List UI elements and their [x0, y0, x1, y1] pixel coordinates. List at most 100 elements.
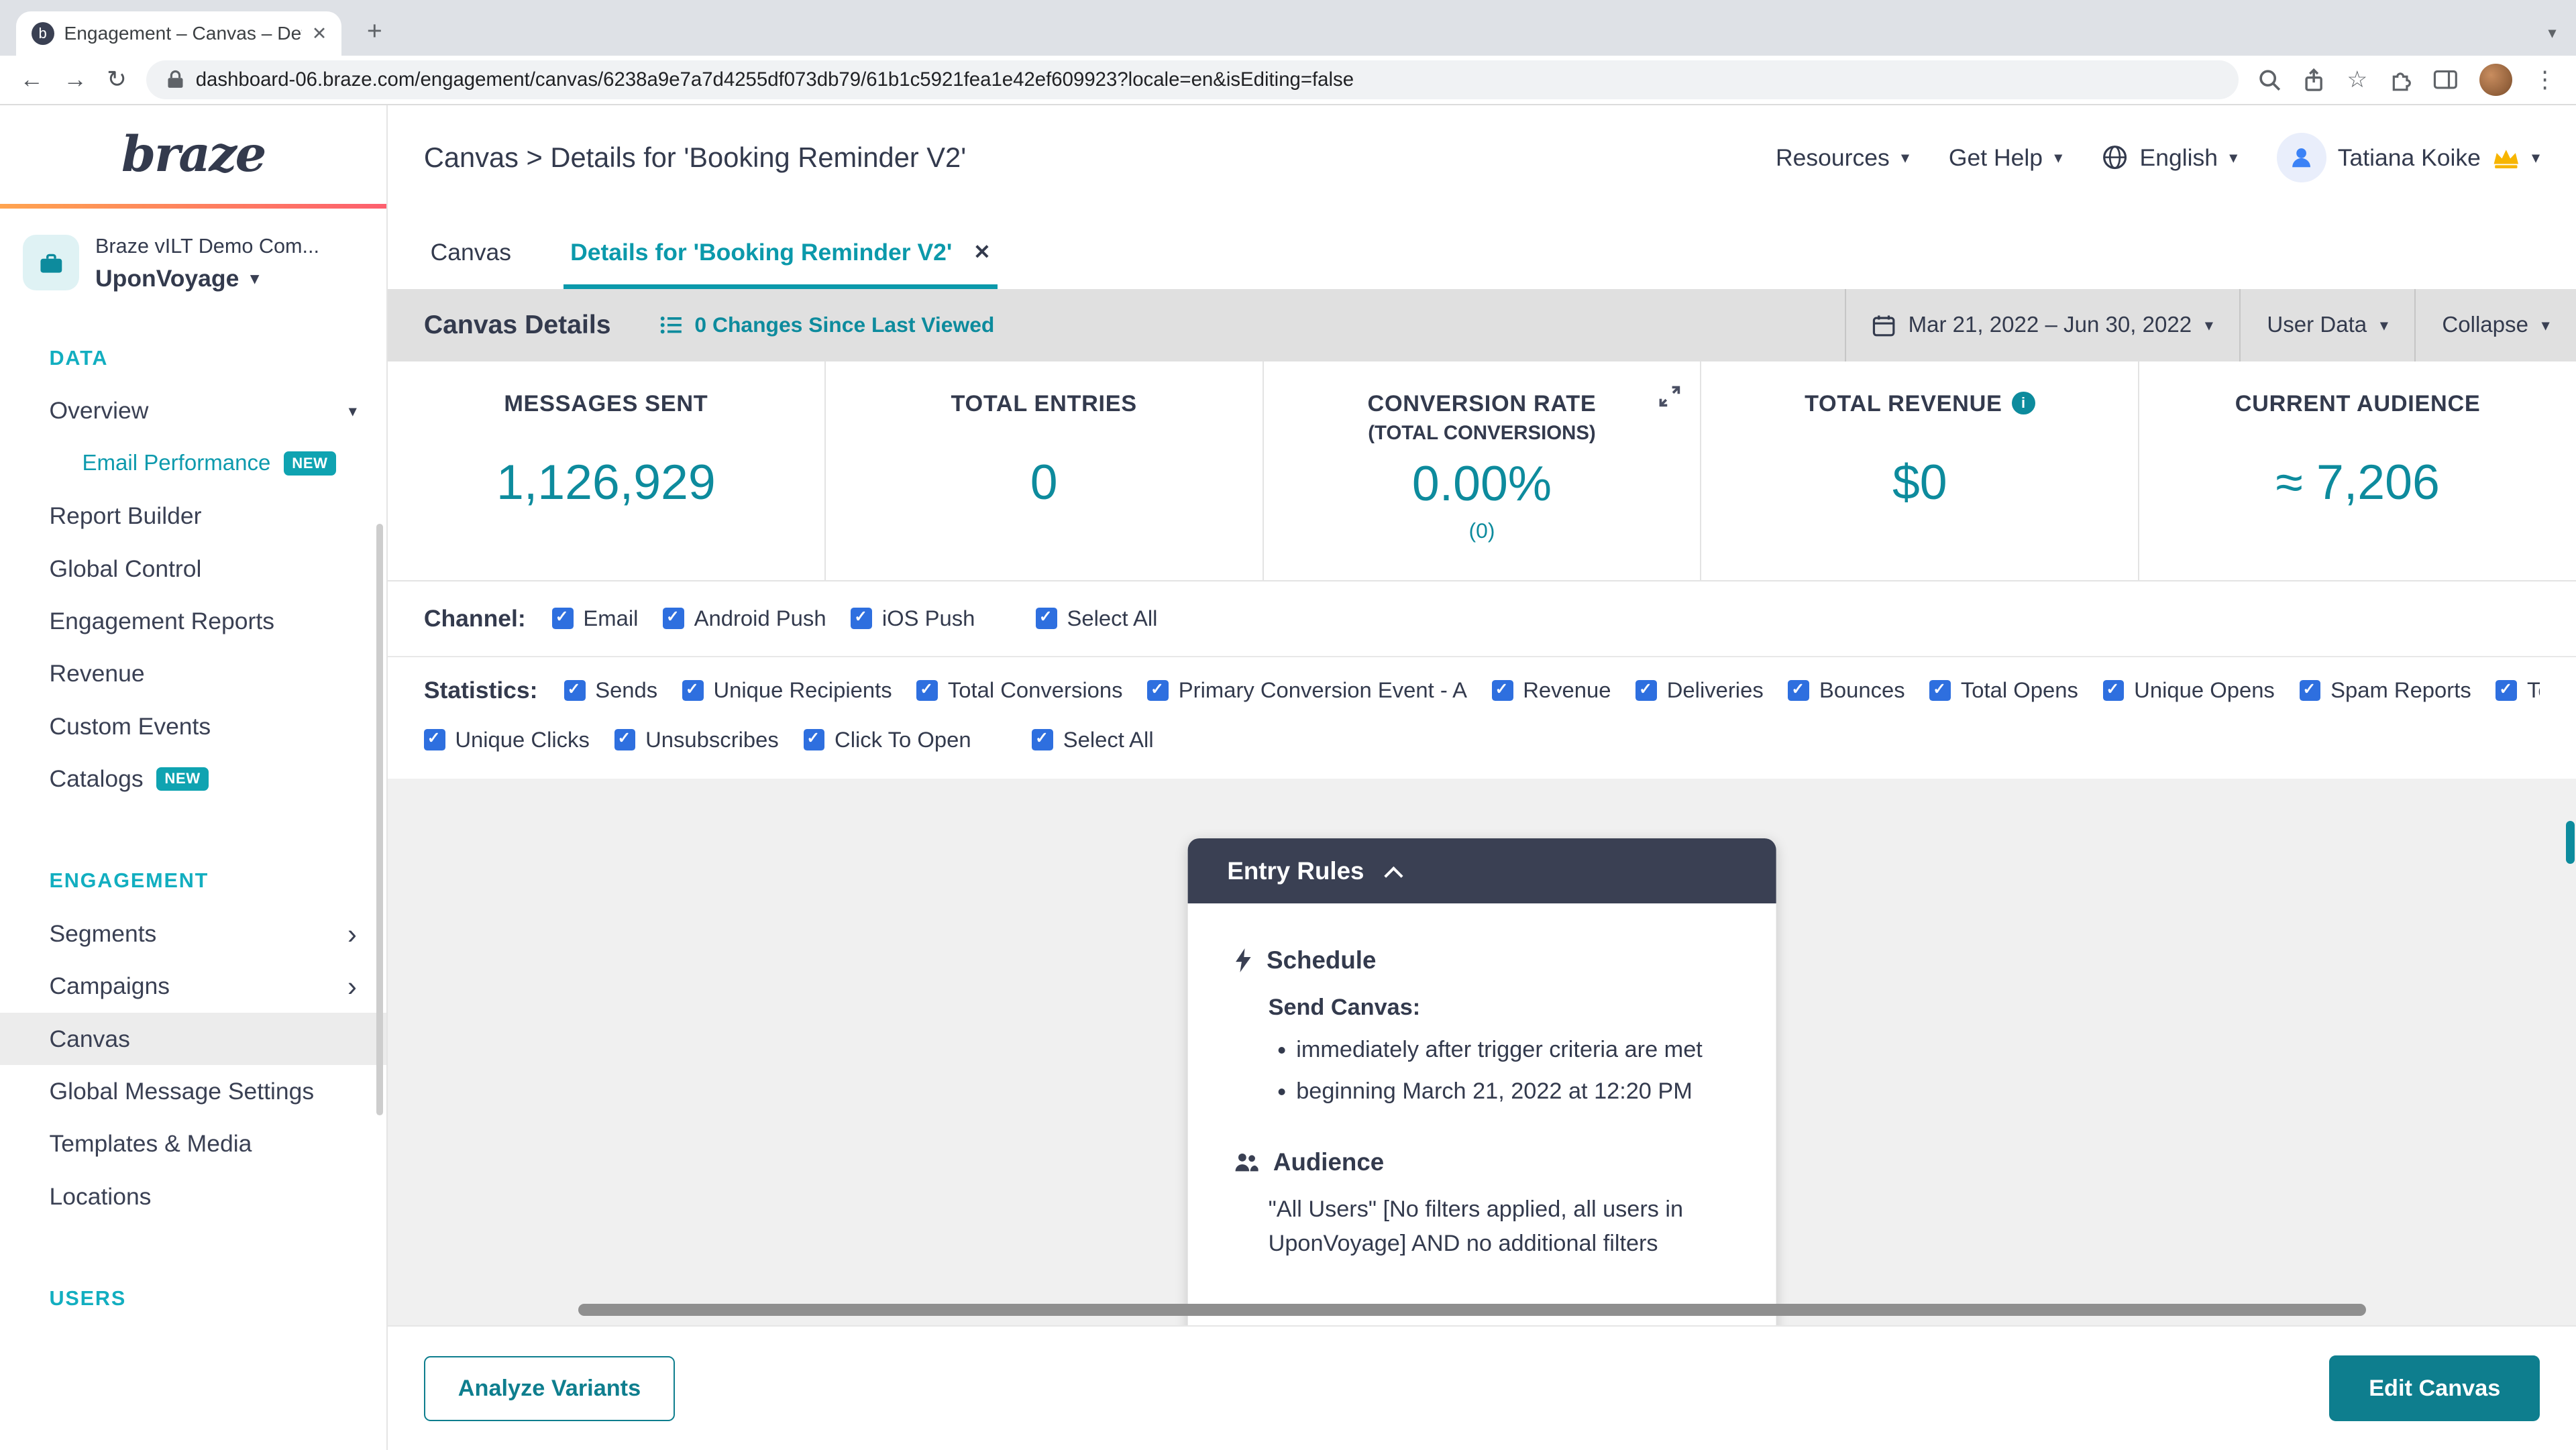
sidebar-item-locations[interactable]: Locations: [0, 1170, 386, 1223]
resources-menu[interactable]: Resources ▾: [1776, 144, 1909, 172]
stat-revenue-checkbox[interactable]: Revenue: [1491, 677, 1611, 703]
stat-unique-clicks-checkbox[interactable]: Unique Clicks: [423, 727, 590, 752]
channel-ios-push-checkbox[interactable]: iOS Push: [851, 606, 975, 631]
browser-address-bar: ← → ↻ dashboard-06.braze.com/engagement/…: [0, 56, 2576, 105]
sidebar-item-engagement-reports[interactable]: Engagement Reports: [0, 595, 386, 647]
workspace-name[interactable]: UponVoyage ▾: [95, 265, 319, 292]
workspace-selector[interactable]: Braze vILT Demo Com... UponVoyage ▾: [0, 209, 386, 312]
user-data-dropdown[interactable]: User Data ▾: [2239, 289, 2414, 361]
stat-total-opens-checkbox[interactable]: Total Opens: [1929, 677, 2078, 703]
zoom-icon[interactable]: [2258, 68, 2281, 91]
changelog-list-icon: [660, 317, 682, 334]
tab-list-chevron-icon[interactable]: ▾: [2548, 23, 2556, 43]
sidebar-item-email-performance[interactable]: Email Performance NEW: [0, 437, 386, 490]
checkbox-checked-icon[interactable]: [1788, 679, 1810, 702]
channel-select-all-checkbox[interactable]: Select All: [1035, 606, 1157, 631]
checkbox-checked-icon[interactable]: [2496, 679, 2518, 702]
checkbox-checked-icon[interactable]: [1032, 729, 1054, 751]
stat-unique-opens-checkbox[interactable]: Unique Opens: [2102, 677, 2275, 703]
bookmark-star-icon[interactable]: ☆: [2347, 66, 2367, 93]
checkbox-checked-icon[interactable]: [551, 608, 574, 630]
new-tab-button[interactable]: +: [355, 11, 394, 51]
tab-canvas[interactable]: Canvas: [424, 239, 518, 289]
checkbox-checked-icon[interactable]: [663, 608, 684, 630]
expand-icon[interactable]: [1659, 384, 1680, 414]
schedule-content: Send Canvas: immediately after trigger c…: [1269, 995, 1733, 1109]
checkbox-checked-icon[interactable]: [851, 608, 873, 630]
stat-total-conversions-checkbox[interactable]: Total Conversions: [916, 677, 1123, 703]
sidebar-item-overview[interactable]: Overview ▾: [0, 385, 386, 437]
checkbox-checked-icon[interactable]: [803, 729, 825, 751]
sidebar-item-custom-events[interactable]: Custom Events: [0, 700, 386, 752]
sidebar-scrollbar[interactable]: [376, 524, 384, 1115]
analyze-variants-button[interactable]: Analyze Variants: [423, 1355, 676, 1421]
checkbox-checked-icon[interactable]: [1491, 679, 1513, 702]
browser-profile-avatar[interactable]: [2479, 63, 2512, 97]
browser-tab-title: Engagement – Canvas – Detail...: [64, 23, 302, 44]
back-icon[interactable]: ←: [19, 66, 44, 93]
stat-total-clicks-checkbox[interactable]: Total Clicks: [2496, 677, 2540, 703]
sidebar-item-report-builder[interactable]: Report Builder: [0, 490, 386, 542]
sidebar-item-global-control[interactable]: Global Control: [0, 543, 386, 595]
tab-close-icon[interactable]: ✕: [312, 23, 327, 44]
channel-android-push-checkbox[interactable]: Android Push: [663, 606, 826, 631]
stat-bounces-checkbox[interactable]: Bounces: [1788, 677, 1905, 703]
sidebar-item-catalogs[interactable]: Catalogs NEW: [0, 752, 386, 805]
extensions-puzzle-icon[interactable]: [2389, 68, 2412, 91]
stat-spam-reports-checkbox[interactable]: Spam Reports: [2299, 677, 2471, 703]
address-bar-icons: ☆ ⋮: [2258, 63, 2557, 97]
checkbox-checked-icon[interactable]: [2102, 679, 2125, 702]
language-menu[interactable]: English ▾: [2102, 144, 2237, 172]
checkbox-checked-icon[interactable]: [1035, 608, 1057, 630]
stat-unique-recipients-checkbox[interactable]: Unique Recipients: [682, 677, 892, 703]
checkbox-checked-icon[interactable]: [1635, 679, 1658, 702]
checkbox-checked-icon[interactable]: [2299, 679, 2321, 702]
logo-block[interactable]: braze: [0, 105, 386, 204]
chevron-right-icon: ›: [347, 917, 357, 950]
tab-close-icon[interactable]: ✕: [973, 241, 991, 264]
sidebar-item-segments[interactable]: Segments ›: [0, 907, 386, 960]
entry-rules-header[interactable]: Entry Rules: [1187, 838, 1776, 904]
forward-icon[interactable]: →: [63, 66, 87, 93]
braze-logo[interactable]: braze: [121, 125, 266, 183]
reload-icon[interactable]: ↻: [107, 66, 127, 93]
sidebar-item-campaigns[interactable]: Campaigns ›: [0, 960, 386, 1013]
browser-menu-icon[interactable]: ⋮: [2533, 66, 2556, 93]
sidebar-item-templates-media[interactable]: Templates & Media: [0, 1118, 386, 1170]
edit-canvas-button[interactable]: Edit Canvas: [2329, 1355, 2540, 1422]
checkbox-checked-icon[interactable]: [564, 679, 586, 702]
sidebar-item-revenue[interactable]: Revenue: [0, 648, 386, 700]
stat-click-to-open-checkbox[interactable]: Click To Open: [803, 727, 971, 752]
checkbox-checked-icon[interactable]: [614, 729, 636, 751]
url-bar[interactable]: dashboard-06.braze.com/engagement/canvas…: [146, 60, 2239, 100]
statistics-select-all-checkbox[interactable]: Select All: [1032, 727, 1154, 752]
sidebar-item-canvas[interactable]: Canvas: [0, 1012, 386, 1066]
vertical-scrollbar[interactable]: [2566, 821, 2575, 865]
checkbox-checked-icon[interactable]: [423, 729, 445, 751]
changes-since-last-viewed[interactable]: 0 Changes Since Last Viewed: [660, 313, 994, 337]
tab-details[interactable]: Details for 'Booking Reminder V2' ✕: [564, 239, 998, 289]
checkbox-checked-icon[interactable]: [682, 679, 704, 702]
checkbox-checked-icon[interactable]: [1929, 679, 1951, 702]
user-menu[interactable]: Tatiana Koike ▾: [2277, 133, 2540, 182]
chevron-down-icon: ▾: [250, 270, 259, 288]
info-icon[interactable]: i: [2012, 391, 2035, 415]
stat-unsubscribes-checkbox[interactable]: Unsubscribes: [614, 727, 779, 752]
stat-sends-checkbox[interactable]: Sends: [564, 677, 657, 703]
date-range-picker[interactable]: Mar 21, 2022 – Jun 30, 2022 ▾: [1844, 289, 2240, 361]
share-icon[interactable]: [2302, 68, 2325, 93]
get-help-menu[interactable]: Get Help ▾: [1949, 144, 2063, 172]
checkbox-checked-icon[interactable]: [1147, 679, 1169, 702]
stat-primary-conversion-checkbox[interactable]: Primary Conversion Event - A: [1147, 677, 1467, 703]
side-panel-icon[interactable]: [2433, 70, 2458, 89]
entry-rules-card[interactable]: Entry Rules Schedule Send Canvas: immedi…: [1187, 838, 1776, 1326]
browser-tab[interactable]: b Engagement – Canvas – Detail... ✕: [16, 11, 342, 56]
horizontal-scrollbar[interactable]: [578, 1304, 2366, 1316]
chevron-up-icon: [1384, 866, 1403, 885]
canvas-workspace[interactable]: Entry Rules Schedule Send Canvas: immedi…: [387, 779, 2576, 1326]
collapse-dropdown[interactable]: Collapse ▾: [2414, 289, 2576, 361]
stat-deliveries-checkbox[interactable]: Deliveries: [1635, 677, 1764, 703]
channel-email-checkbox[interactable]: Email: [551, 606, 638, 631]
sidebar-item-global-message-settings[interactable]: Global Message Settings: [0, 1065, 386, 1117]
checkbox-checked-icon[interactable]: [916, 679, 938, 702]
